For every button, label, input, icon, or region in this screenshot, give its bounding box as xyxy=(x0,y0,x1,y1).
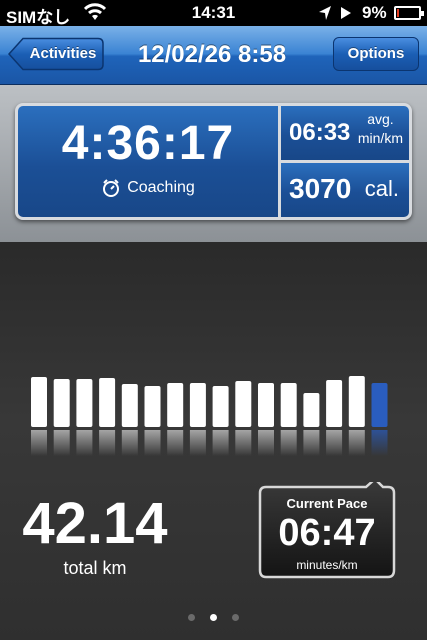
duration-cell: 4:36:17 Coaching xyxy=(18,106,278,217)
pace-chart-area: 42.14 total km Current Pace 06:47 minute… xyxy=(0,242,427,640)
current-pace-unit: minutes/km xyxy=(296,558,358,572)
pace-bar-4[interactable] xyxy=(99,378,116,427)
pace-bar-reflection-2 xyxy=(53,430,70,456)
pace-bar-reflection-14 xyxy=(326,430,343,456)
calories-value: 3070 xyxy=(289,173,352,204)
pace-bar-15[interactable] xyxy=(348,376,365,427)
pace-bar-reflection-16 xyxy=(371,430,388,456)
avg-unit-bottom: min/km xyxy=(357,130,403,146)
avg-pace-value: 06:33 xyxy=(289,119,351,146)
pace-bar-13[interactable] xyxy=(303,393,320,427)
current-pace-title: Current Pace xyxy=(286,496,368,511)
pace-bar-reflection-7 xyxy=(167,430,184,456)
page-dot-2[interactable] xyxy=(210,614,217,621)
back-button-label: Activities xyxy=(29,45,97,62)
location-icon xyxy=(319,6,331,20)
avg-pace-unit: avg. min/km xyxy=(358,110,403,148)
status-bar: SIMなし 14:31 9% xyxy=(0,0,427,27)
current-pace-value: 06:47 xyxy=(278,512,376,554)
calories-unit: cal. xyxy=(364,176,399,201)
play-icon xyxy=(341,7,351,19)
current-pace-callout: Current Pace 06:47 minutes/km xyxy=(258,482,398,582)
pace-bar-5[interactable] xyxy=(121,384,138,427)
split-pace-chart[interactable] xyxy=(0,242,427,482)
page-indicator[interactable] xyxy=(0,614,427,621)
page-title: 12/02/26 8:58 xyxy=(137,41,287,68)
pace-bar-8[interactable] xyxy=(189,383,206,427)
options-button[interactable]: Options xyxy=(333,37,419,71)
pace-bar-reflection-9 xyxy=(212,430,229,456)
avg-unit-top: avg. xyxy=(367,111,394,127)
pace-bar-10[interactable] xyxy=(235,381,252,427)
pace-bar-3[interactable] xyxy=(76,379,93,427)
pace-bar-reflection-4 xyxy=(99,430,116,456)
activities-back-button[interactable]: Activities xyxy=(8,37,104,71)
page-dot-3[interactable] xyxy=(232,614,239,621)
coaching-label: Coaching xyxy=(127,179,195,196)
summary-area: 4:36:17 Coaching 06:33 avg. min/km 3070 … xyxy=(0,85,427,242)
pace-bar-11[interactable] xyxy=(258,383,274,427)
distance-unit: total km xyxy=(63,558,127,578)
pace-bar-reflection-10 xyxy=(235,430,252,456)
battery-percent: 9% xyxy=(362,3,387,22)
pace-bar-12[interactable] xyxy=(280,383,297,427)
pace-bar-1[interactable] xyxy=(31,377,47,427)
distance-value: 42.14 xyxy=(22,491,168,556)
coaching-button[interactable]: Coaching xyxy=(18,178,278,198)
pace-bar-7[interactable] xyxy=(167,383,184,427)
pace-bar-6[interactable] xyxy=(144,386,161,427)
pace-bar-reflection-11 xyxy=(258,430,274,456)
nav-bar: Activities 12/02/26 8:58 Options xyxy=(0,26,427,85)
pace-bar-reflection-13 xyxy=(303,430,320,456)
battery-icon xyxy=(394,6,424,20)
pace-bar-reflection-15 xyxy=(348,430,365,456)
pace-bar-14[interactable] xyxy=(326,380,343,427)
pace-bar-reflection-8 xyxy=(189,430,206,456)
pace-bar-reflection-1 xyxy=(31,430,47,456)
pace-bar-reflection-12 xyxy=(280,430,297,456)
distance-block: 42.14 total km xyxy=(20,494,170,579)
calories-cell: 3070 cal. xyxy=(281,163,409,217)
summary-panel: 4:36:17 Coaching 06:33 avg. min/km 3070 … xyxy=(15,103,412,220)
pace-bar-reflection-6 xyxy=(144,430,161,456)
stopwatch-icon xyxy=(103,179,120,197)
pace-bar-reflection-3 xyxy=(76,430,93,456)
pace-bar-16[interactable] xyxy=(371,383,388,427)
pace-bar-reflection-5 xyxy=(121,430,138,456)
pace-bar-2[interactable] xyxy=(53,379,70,427)
avg-pace-cell: 06:33 avg. min/km xyxy=(281,106,409,160)
page-dot-1[interactable] xyxy=(188,614,195,621)
duration-value: 4:36:17 xyxy=(61,117,235,170)
pace-bar-9[interactable] xyxy=(212,386,229,427)
